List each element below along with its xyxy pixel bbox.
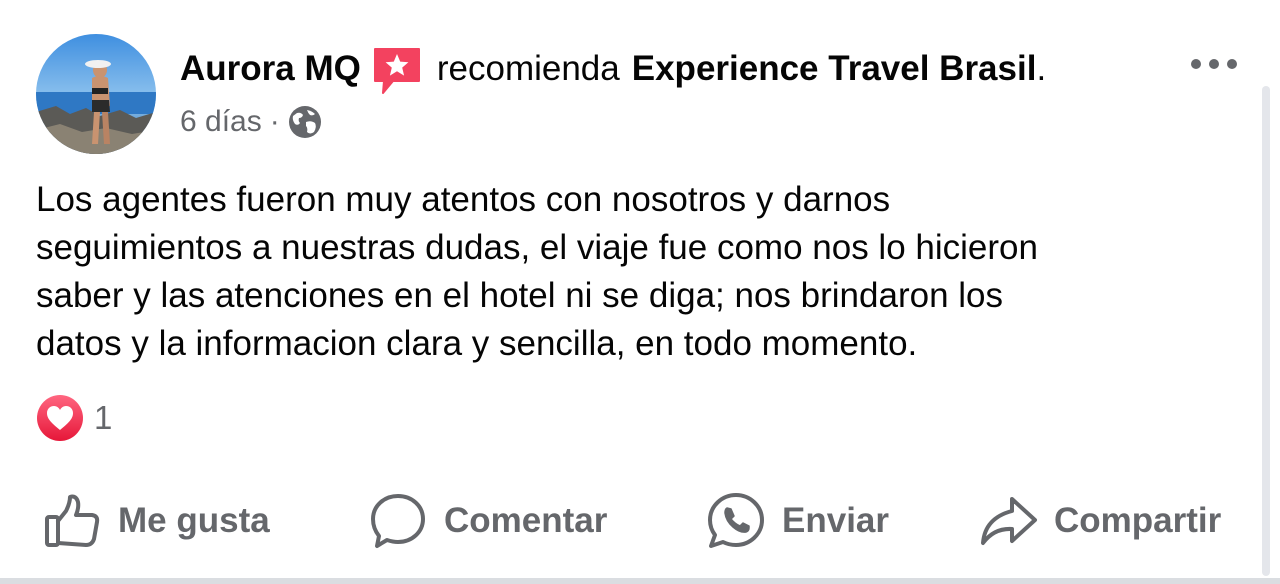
share-label: Compartir [1054, 501, 1222, 540]
recommend-verb: recomienda [436, 49, 620, 88]
page-name[interactable]: Experience Travel Brasil [632, 44, 1037, 94]
post-body: Los agentes fueron muy atentos con nosot… [36, 176, 1236, 368]
love-reaction-icon [36, 394, 84, 442]
post-timestamp[interactable]: 6 días [180, 105, 262, 139]
like-button[interactable]: Me gusta [42, 486, 270, 556]
post-text-line: datos y la informacion clara y sencilla,… [36, 324, 918, 363]
post-text-line: Los agentes fueron muy atentos con nosot… [36, 180, 891, 219]
share-button[interactable]: Compartir [978, 486, 1221, 556]
author-name[interactable]: Aurora MQ [180, 44, 361, 94]
post-meta: 6 días · [180, 100, 322, 144]
send-button[interactable]: Enviar [706, 486, 889, 556]
whatsapp-icon [706, 491, 766, 551]
scrollbar[interactable] [1262, 86, 1270, 576]
header-period: . [1036, 49, 1047, 88]
post-divider [0, 578, 1280, 584]
recommendation-star-icon [371, 45, 423, 97]
action-bar: Me gusta Comentar Enviar Compartir [0, 486, 1260, 556]
comment-bubble-icon [368, 491, 428, 551]
send-label: Enviar [782, 501, 889, 540]
reactions-summary[interactable]: 1 [36, 394, 112, 442]
reaction-count: 1 [94, 399, 113, 436]
like-label: Me gusta [118, 501, 270, 540]
post-text-line: seguimientos a nuestras dudas, el viaje … [36, 228, 1038, 267]
thumbs-up-icon [42, 491, 102, 551]
comment-label: Comentar [444, 501, 608, 540]
more-options-icon[interactable] [1188, 54, 1240, 74]
avatar[interactable] [36, 34, 156, 154]
globe-icon [288, 105, 322, 139]
recommendation-post: Aurora MQ recomienda Experience Travel B… [0, 0, 1280, 584]
avatar-photo [36, 34, 156, 154]
comment-button[interactable]: Comentar [368, 486, 607, 556]
meta-separator: · [269, 105, 280, 138]
share-arrow-icon [978, 491, 1038, 551]
post-text-line: saber y las atenciones en el hotel ni se… [36, 276, 1003, 315]
post-header: Aurora MQ recomienda Experience Travel B… [180, 44, 1046, 94]
